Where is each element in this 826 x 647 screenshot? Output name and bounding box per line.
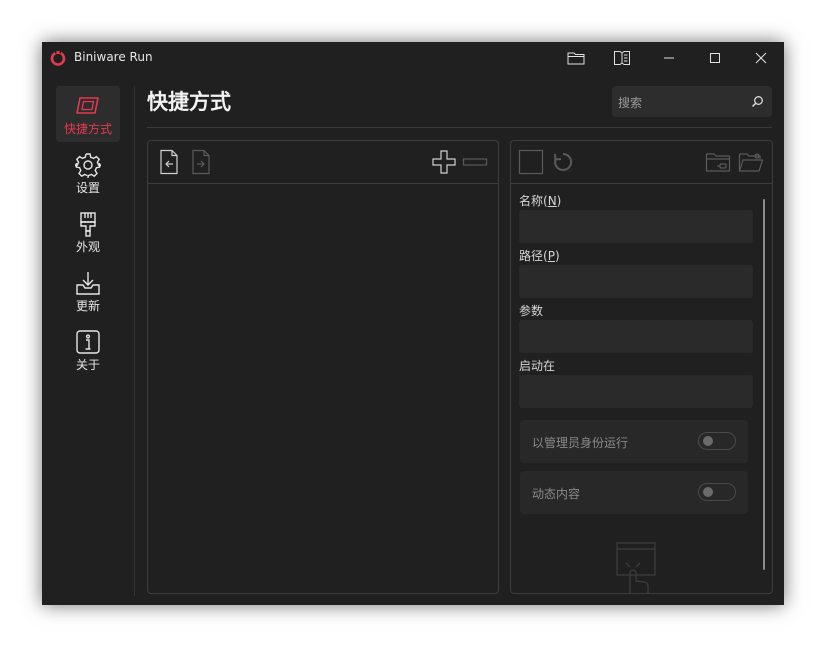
sidebar-item-label: 更新 bbox=[75, 299, 100, 313]
search-icon[interactable] bbox=[751, 95, 764, 108]
run-as-admin-toggle[interactable] bbox=[698, 432, 736, 450]
search-box[interactable] bbox=[612, 86, 772, 119]
path-label: 路径(P) bbox=[519, 249, 560, 263]
header-divider bbox=[147, 127, 772, 128]
folder-open-icon bbox=[738, 153, 764, 172]
search-input[interactable] bbox=[612, 86, 750, 119]
shortcut-list-panel bbox=[147, 140, 499, 594]
sidebar-item-label: 快捷方式 bbox=[63, 122, 112, 136]
sidebar-item-shortcuts[interactable]: 快捷方式 bbox=[56, 86, 120, 142]
sidebar: 快捷方式 设置 外观 更新 关于 bbox=[42, 74, 134, 605]
book-icon bbox=[614, 51, 630, 65]
toggle-knob bbox=[703, 436, 713, 446]
stop-button[interactable] bbox=[518, 149, 544, 175]
remove-icon bbox=[462, 158, 488, 166]
open-location-button[interactable] bbox=[705, 149, 731, 175]
minimize-icon bbox=[664, 57, 674, 59]
click-window-icon bbox=[616, 542, 656, 593]
app-window: Biniware Run 快捷方式 设置 外观 更新 关于 快捷方式 搜索 名称… bbox=[42, 42, 784, 605]
detail-toolbar bbox=[511, 141, 772, 184]
title-bar[interactable]: Biniware Run bbox=[42, 42, 784, 74]
add-shortcut-button[interactable] bbox=[431, 149, 457, 175]
run-as-admin-label: 以管理员身份运行 bbox=[532, 436, 629, 450]
sidebar-item-appearance[interactable]: 外观 bbox=[56, 204, 120, 260]
name-label: 名称(N) bbox=[519, 194, 562, 208]
add-icon bbox=[432, 150, 456, 174]
arguments-field[interactable] bbox=[519, 320, 753, 353]
download-icon bbox=[76, 272, 100, 295]
refresh-icon bbox=[554, 152, 573, 171]
sidebar-item-settings[interactable]: 设置 bbox=[56, 145, 120, 201]
open-folder-button[interactable] bbox=[553, 42, 599, 74]
path-field[interactable] bbox=[519, 265, 753, 298]
dynamic-content-card: 动态内容 bbox=[520, 471, 748, 514]
minimize-button[interactable] bbox=[646, 42, 692, 74]
remove-shortcut-button[interactable] bbox=[462, 149, 488, 175]
start-in-field[interactable] bbox=[519, 375, 753, 408]
export-icon bbox=[192, 149, 210, 175]
shortcut-icon bbox=[76, 97, 99, 114]
stop-icon bbox=[518, 149, 544, 175]
arguments-label: 参数 bbox=[519, 304, 544, 318]
import-button[interactable] bbox=[156, 149, 182, 175]
maximize-button[interactable] bbox=[692, 42, 738, 74]
sidebar-divider bbox=[134, 86, 135, 596]
folder-icon bbox=[567, 52, 585, 65]
info-icon bbox=[76, 330, 100, 354]
shortcut-detail-panel: 名称(N) 路径(P) 参数 启动在 以管理员身份运行 动态内容 bbox=[510, 140, 773, 594]
sidebar-item-label: 外观 bbox=[75, 240, 100, 254]
run-as-admin-card: 以管理员身份运行 bbox=[520, 420, 748, 463]
start-in-label: 启动在 bbox=[519, 359, 556, 373]
list-toolbar bbox=[148, 141, 498, 184]
maximize-icon bbox=[710, 53, 720, 63]
dynamic-content-label: 动态内容 bbox=[532, 487, 581, 501]
page-title: 快捷方式 bbox=[147, 90, 231, 114]
app-logo-icon bbox=[50, 50, 66, 66]
folder-link-icon bbox=[705, 153, 731, 172]
help-book-button[interactable] bbox=[599, 42, 645, 74]
close-icon bbox=[755, 52, 767, 64]
close-button[interactable] bbox=[738, 42, 784, 74]
name-field[interactable] bbox=[519, 210, 753, 243]
sidebar-item-label: 设置 bbox=[75, 181, 100, 195]
refresh-button[interactable] bbox=[550, 149, 576, 175]
gear-icon bbox=[75, 153, 101, 178]
dynamic-content-toggle[interactable] bbox=[698, 483, 736, 501]
import-icon bbox=[160, 149, 178, 175]
detail-scrollbar[interactable] bbox=[763, 199, 765, 570]
sidebar-item-update[interactable]: 更新 bbox=[56, 263, 120, 319]
sidebar-item-label: 关于 bbox=[75, 358, 100, 372]
sidebar-item-about[interactable]: 关于 bbox=[56, 322, 120, 378]
export-button[interactable] bbox=[188, 149, 214, 175]
toggle-knob bbox=[703, 487, 713, 497]
app-title: Biniware Run bbox=[74, 50, 153, 64]
browse-folder-button[interactable] bbox=[738, 149, 764, 175]
brush-icon bbox=[80, 212, 96, 237]
